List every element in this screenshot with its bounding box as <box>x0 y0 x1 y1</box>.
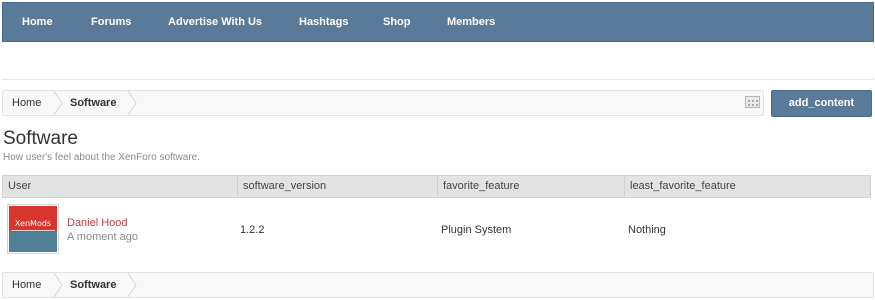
breadcrumb: Home Software <box>2 90 764 116</box>
nav-item-home[interactable]: Home <box>22 16 53 28</box>
column-header-user: User <box>3 176 238 197</box>
username-link[interactable]: Daniel Hood <box>67 217 128 229</box>
avatar[interactable]: XenMods <box>7 204 59 254</box>
page-subtitle: How user's feel about the XenForo softwa… <box>3 152 201 163</box>
table-row: XenMods Daniel Hood A moment ago 1.2.2 P… <box>2 198 871 258</box>
breadcrumb-bottom: Home Software <box>2 272 874 298</box>
column-header-software-version: software_version <box>238 176 438 197</box>
breadcrumb-separator-icon <box>53 91 63 115</box>
page-title: Software <box>3 128 78 149</box>
divider <box>2 79 874 80</box>
nav-item-shop[interactable]: Shop <box>383 16 411 28</box>
cell-software-version: 1.2.2 <box>240 224 265 236</box>
nav-item-members[interactable]: Members <box>447 16 495 28</box>
breadcrumb-separator-icon <box>127 273 137 297</box>
add-content-button[interactable]: add_content <box>771 90 872 117</box>
nav-item-hashtags[interactable]: Hashtags <box>299 16 349 28</box>
table-header: User software_version favorite_feature l… <box>2 175 871 198</box>
nav-item-advertise[interactable]: Advertise With Us <box>168 16 262 28</box>
calendar-icon[interactable] <box>745 96 760 108</box>
breadcrumb-separator-icon <box>53 273 63 297</box>
avatar-logo-text: XenMods <box>14 219 52 228</box>
top-nav: Home Forums Advertise With Us Hashtags S… <box>2 2 874 42</box>
column-header-least-favorite-feature: least_favorite_feature <box>630 180 736 192</box>
breadcrumb-item-home[interactable]: Home <box>12 273 41 297</box>
cell-favorite-feature: Plugin System <box>441 224 512 236</box>
column-header-favorite-feature: favorite_feature <box>438 176 625 197</box>
breadcrumb-item-software[interactable]: Software <box>70 91 116 115</box>
nav-item-forums[interactable]: Forums <box>91 16 131 28</box>
breadcrumb-item-software[interactable]: Software <box>70 273 116 297</box>
breadcrumb-item-home[interactable]: Home <box>12 91 41 115</box>
post-time: A moment ago <box>67 231 138 243</box>
breadcrumb-separator-icon <box>127 91 137 115</box>
cell-least-favorite-feature: Nothing <box>628 224 666 236</box>
